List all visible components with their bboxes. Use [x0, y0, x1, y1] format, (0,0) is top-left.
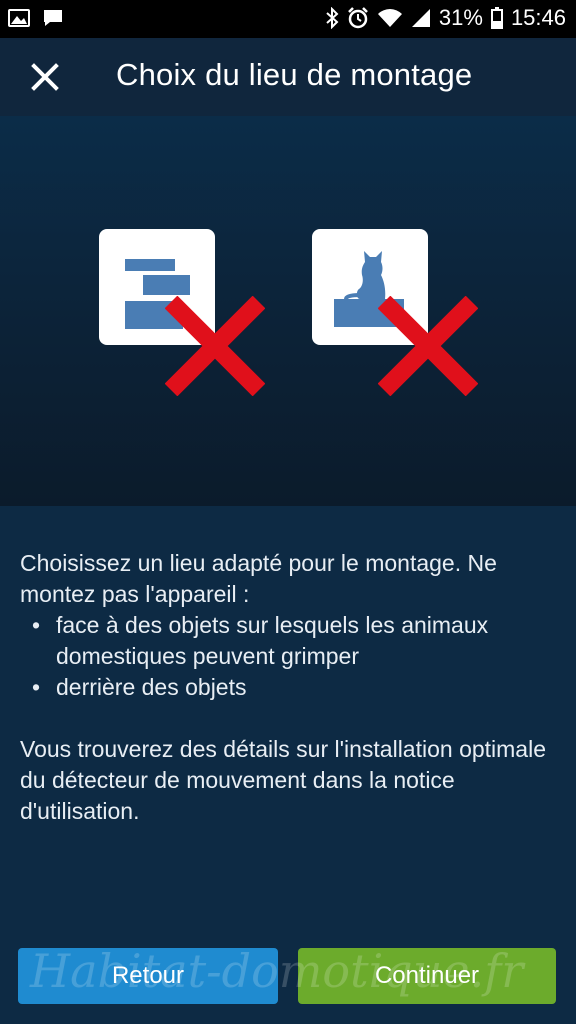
- bullet-item: face à des objets sur lesquels les anima…: [20, 610, 560, 672]
- message-icon: [42, 8, 64, 28]
- bullet-list: face à des objets sur lesquels les anima…: [20, 610, 560, 703]
- status-left-icons: [8, 8, 64, 28]
- status-right-icons: 31% 15:46: [325, 5, 566, 31]
- app-bar: Choix du lieu de montage: [0, 38, 576, 116]
- instructions: Choisissez un lieu adapté pour le montag…: [20, 548, 560, 827]
- red-x-icon: [378, 296, 478, 396]
- continue-button[interactable]: Continuer: [298, 948, 556, 1004]
- clock: 15:46: [510, 5, 566, 30]
- battery-percent: 31%: [438, 5, 483, 30]
- status-bar: 31% 15:46: [0, 0, 576, 38]
- intro-text: Choisissez un lieu adapté pour le montag…: [20, 550, 497, 607]
- continue-button-label: Continuer: [374, 962, 480, 989]
- bullet-item: derrière des objets: [20, 672, 560, 703]
- close-icon: [31, 63, 59, 91]
- image-icon: [8, 8, 30, 28]
- red-x-icon: [165, 296, 265, 396]
- back-button[interactable]: Retour: [18, 948, 278, 1004]
- page-title: Choix du lieu de montage: [116, 57, 473, 92]
- signal-icon: [411, 8, 431, 28]
- alarm-icon: [347, 7, 369, 29]
- bluetooth-icon: [325, 7, 339, 29]
- illustration-panel: [0, 116, 576, 506]
- back-button-label: Retour: [111, 962, 185, 989]
- battery-icon: [490, 7, 503, 29]
- wifi-icon: [377, 8, 403, 28]
- close-button[interactable]: [28, 60, 62, 94]
- details-text: Vous trouverez des détails sur l'install…: [20, 736, 547, 824]
